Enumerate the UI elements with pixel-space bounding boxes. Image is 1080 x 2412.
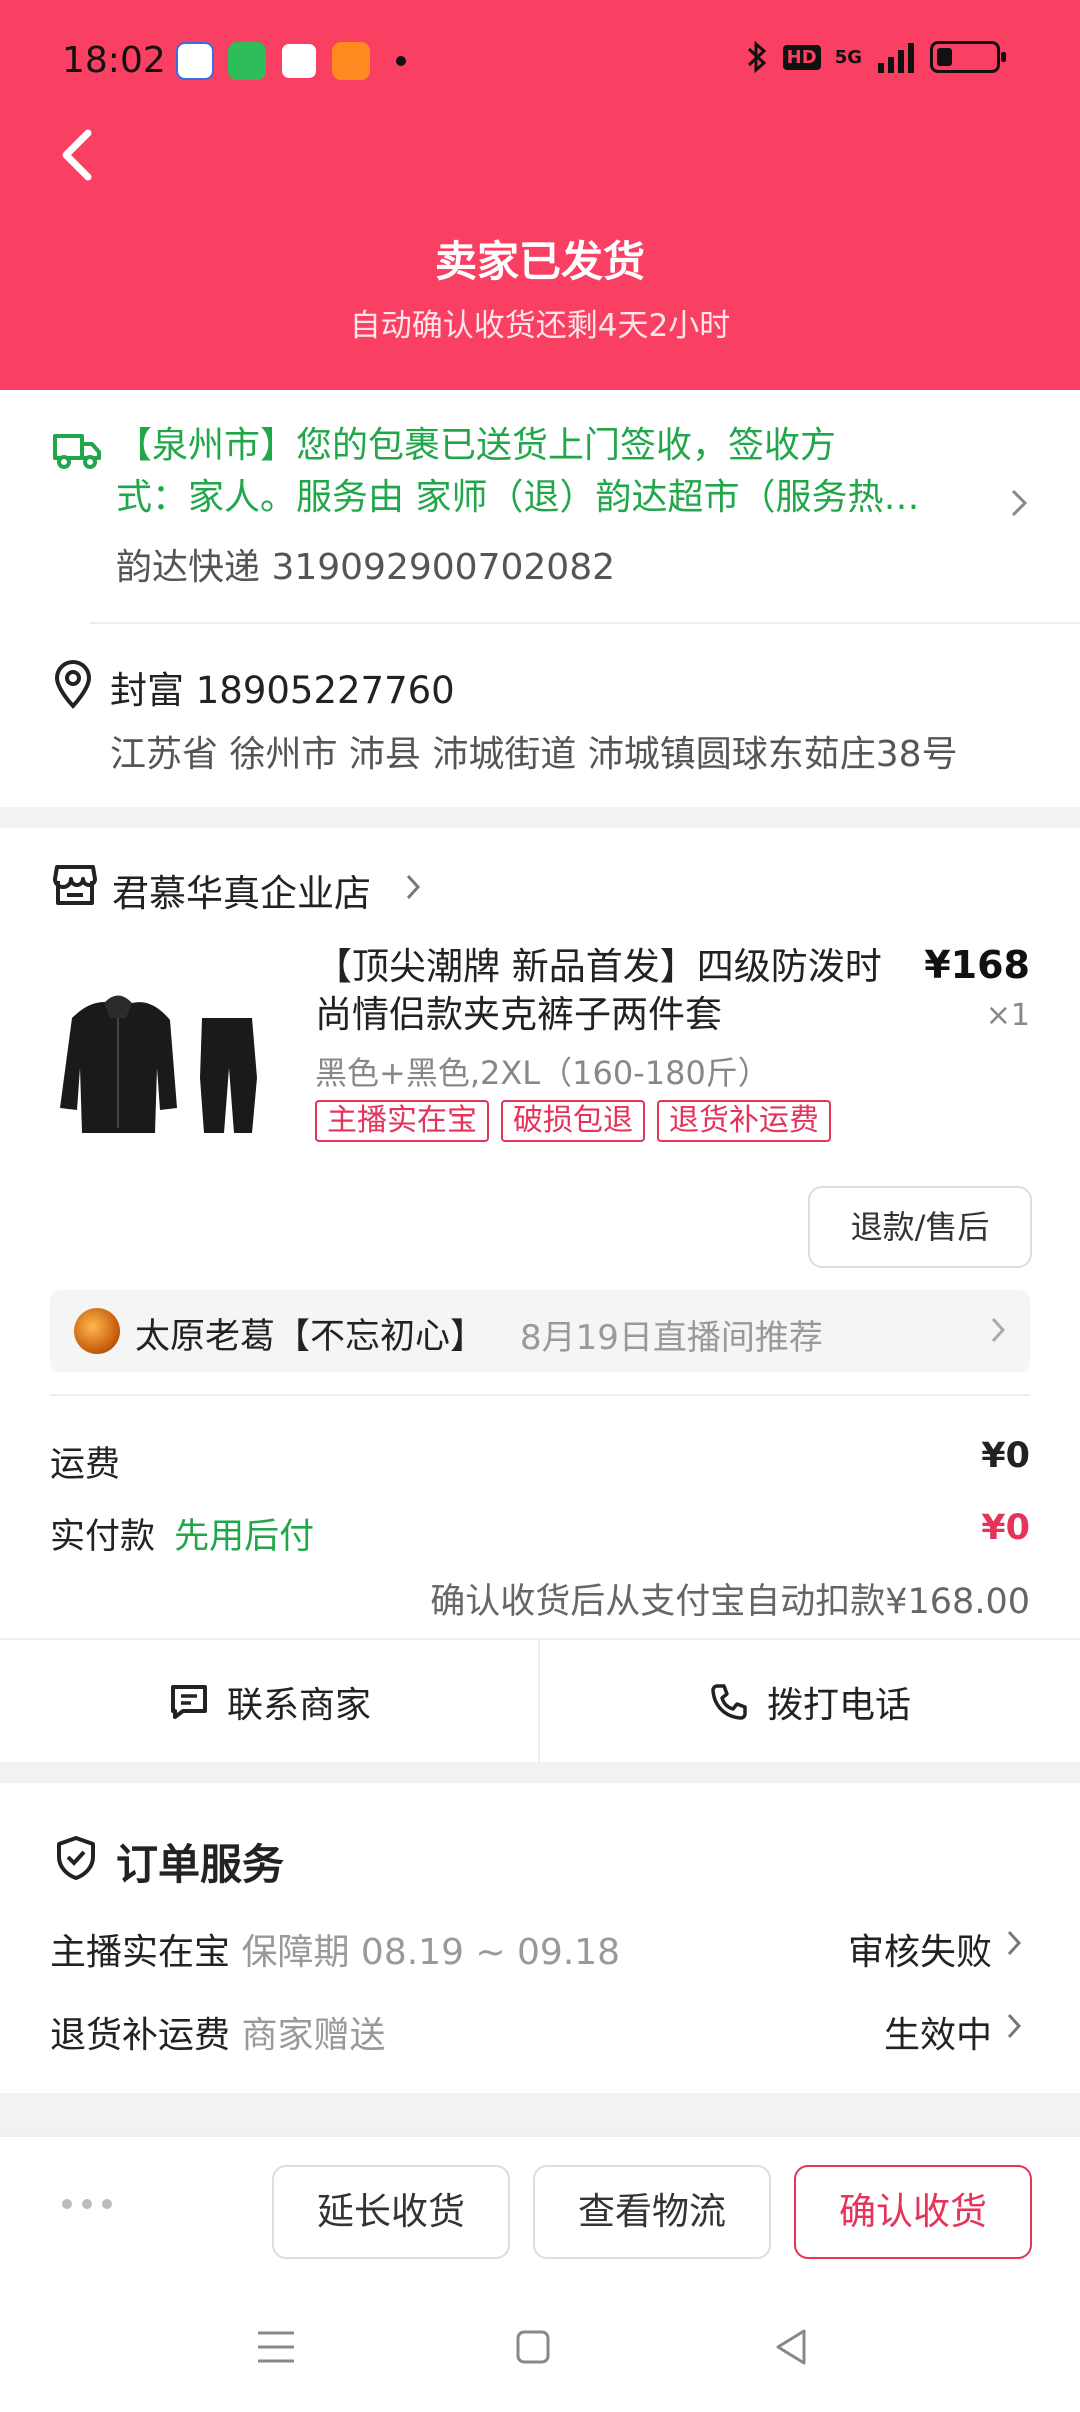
livestream-recommend-bar[interactable]: 太原老葛【不忘初心】 8月19日直播间推荐: [50, 1290, 1030, 1372]
chevron-right-icon[interactable]: [405, 873, 421, 901]
paid-amount-label: 实付款: [50, 1517, 156, 1557]
logistics-section: 【泉州市】您的包裹已送货上门签收，签收方 式：家人。服务由 家师（退）韵达超市（…: [0, 390, 1080, 807]
auto-confirm-countdown: 自动确认收货还剩4天2小时: [349, 308, 731, 344]
logistics-message-line1: 【泉州市】您的包裹已送货上门签收，签收方: [116, 425, 837, 466]
shipping-fee-row: 运费 ¥0: [50, 1436, 1030, 1487]
status-bar: 18:02 HD 5G: [0, 0, 1080, 125]
more-notifications-dot: [396, 56, 406, 66]
shop-icon: [53, 865, 97, 905]
product-quantity: ×1: [985, 998, 1030, 1033]
chevron-right-icon[interactable]: [1010, 488, 1028, 518]
order-services-section: 订单服务 主播实在宝 保障期 08.19 ~ 09.18 审核失败 退货补运费 …: [0, 1783, 1080, 2093]
menu-nav-icon[interactable]: [256, 2329, 296, 2365]
tag-damage-return: 破损包退: [501, 1100, 645, 1142]
tag-return-shipping: 退货补运费: [657, 1100, 831, 1142]
logistics-message-line2: 式：家人。服务由 家师（退）韵达超市（服务热…: [116, 477, 920, 518]
streamer-avatar: [74, 1308, 120, 1354]
network-label: 5G: [834, 46, 862, 68]
call-phone-label: 拨打电话: [766, 1685, 911, 1726]
service-name: 主播实在宝: [50, 1932, 231, 1973]
shipping-fee-value: ¥0: [981, 1436, 1030, 1476]
system-navigation-bar: [0, 2297, 1080, 2412]
logistics-latest-update[interactable]: 【泉州市】您的包裹已送货上门签收，签收方 式：家人。服务由 家师（退）韵达超市（…: [116, 420, 976, 524]
services-title: 订单服务: [116, 1840, 285, 1889]
contact-merchant-label: 联系商家: [226, 1685, 371, 1726]
extend-receipt-button[interactable]: 延长收货: [272, 2165, 510, 2259]
bluetooth-icon: [747, 40, 766, 74]
product-image[interactable]: [52, 958, 282, 1188]
service-detail: 商家赠送: [241, 2015, 386, 2056]
recipient-name-phone: 封富 18905227760: [110, 669, 455, 712]
home-nav-icon[interactable]: [515, 2329, 551, 2365]
tracking-number: 韵达快递 319092900702082: [116, 547, 616, 588]
service-detail: 保障期 08.19 ~ 09.18: [241, 1932, 621, 1973]
location-pin-icon: [54, 660, 92, 709]
notification-icons: [176, 42, 406, 80]
video-app-icon: [280, 42, 318, 80]
product-price: ¥168: [924, 943, 1030, 987]
status-time: 18:02: [62, 40, 166, 81]
shipping-fee-label: 运费: [50, 1445, 121, 1485]
service-tags: 主播实在宝 破损包退 退货补运费: [315, 1100, 831, 1142]
divider: [90, 622, 1080, 624]
shop-name[interactable]: 君慕华真企业店: [112, 863, 371, 917]
battery-icon: [930, 41, 1006, 73]
call-phone-button[interactable]: 拨打电话: [540, 1640, 1080, 1764]
back-nav-icon[interactable]: [772, 2327, 808, 2367]
service-name: 退货补运费: [50, 2015, 231, 2056]
page-title: 卖家已发货: [434, 237, 645, 286]
view-logistics-button[interactable]: 查看物流: [533, 2165, 771, 2259]
recommend-note: 8月19日直播间推荐: [520, 1318, 823, 1358]
shield-check-icon: [57, 1836, 95, 1880]
phone-icon: [711, 1684, 747, 1720]
chevron-right-icon: [1007, 2013, 1022, 2039]
order-card: 君慕华真企业店 【顶尖潮牌 新品首发】四级防泼时尚情侣款夹克裤子两件套 ¥168…: [0, 828, 1080, 1764]
shopping-app-icon: [332, 42, 370, 80]
paid-amount-row: 实付款 先用后付 ¥0: [50, 1508, 1030, 1559]
recipient-address: 江苏省 徐州市 沛县 沛城街道 沛城镇圆球东茹庄38号: [110, 734, 958, 775]
product-sku: 黑色+黑色,2XL（160-180斤）: [315, 1054, 770, 1092]
truck-icon: [53, 434, 101, 469]
auto-deduct-note: 确认收货后从支付宝自动扣款¥168.00: [430, 1582, 1030, 1622]
confirm-receipt-button[interactable]: 确认收货: [794, 2165, 1032, 2259]
back-arrow-icon[interactable]: [52, 125, 102, 185]
service-item-anchor-guarantee[interactable]: 主播实在宝 保障期 08.19 ~ 09.18 审核失败: [50, 1923, 1030, 1975]
product-title[interactable]: 【顶尖潮牌 新品首发】四级防泼时尚情侣款夹克裤子两件套: [315, 943, 885, 1039]
paid-amount-value: ¥0: [981, 1508, 1030, 1548]
order-status-header: 18:02 HD 5G 卖家已发货 自动确认收货还剩4天2小时: [0, 0, 1080, 390]
chevron-right-icon: [991, 1317, 1006, 1343]
more-options-icon[interactable]: [60, 2197, 114, 2211]
divider: [50, 1394, 1030, 1396]
chat-icon: [170, 1685, 207, 1719]
signal-icon: [878, 43, 914, 73]
service-status: 生效中: [883, 2015, 992, 2056]
contact-merchant-button[interactable]: 联系商家: [0, 1640, 540, 1764]
service-item-return-shipping[interactable]: 退货补运费 商家赠送 生效中: [50, 2006, 1030, 2058]
system-icons: HD 5G: [745, 40, 1006, 74]
hd-icon: HD: [782, 44, 821, 70]
pay-later-tag: 先用后付: [174, 1517, 315, 1557]
contact-actions: 联系商家 拨打电话: [0, 1638, 1080, 1764]
bottom-action-bar: 延长收货 查看物流 确认收货: [0, 2135, 1080, 2412]
service-status: 审核失败: [847, 1932, 992, 1973]
streamer-name: 太原老葛【不忘初心】: [135, 1317, 486, 1357]
chevron-right-icon: [1007, 1930, 1022, 1956]
baidu-app-icon: [176, 42, 214, 80]
messages-app-icon: [228, 42, 266, 80]
tag-anchor-guarantee: 主播实在宝: [315, 1100, 489, 1142]
refund-aftersale-button[interactable]: 退款/售后: [808, 1186, 1032, 1268]
